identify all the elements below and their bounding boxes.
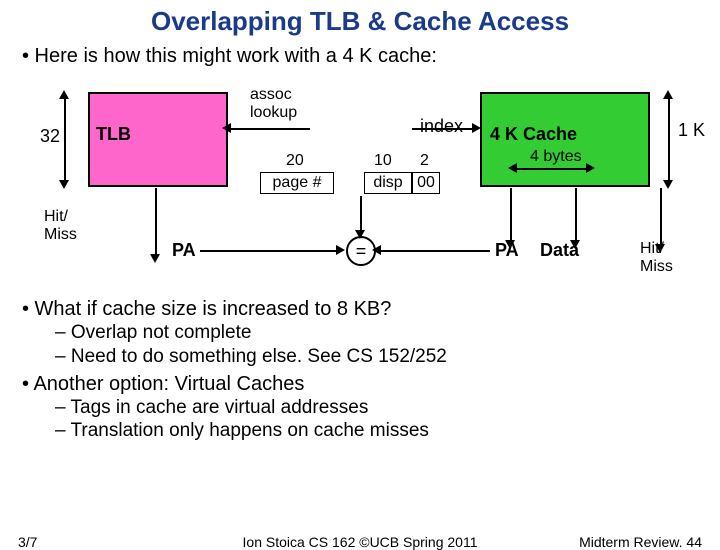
tlb-width-label: 32 — [40, 126, 60, 147]
q2-sub2: – Translation only happens on cache miss… — [0, 419, 720, 443]
tlb-label: TLB — [96, 124, 131, 145]
q1-sub1: – Overlap not complete — [0, 321, 720, 345]
index-label: index — [420, 116, 463, 137]
page-field: page # — [260, 172, 334, 194]
zero-field: 00 — [412, 172, 440, 194]
bytes-label: 4 bytes — [530, 148, 582, 166]
disp-bits: 10 — [374, 152, 392, 170]
data-label: Data — [540, 240, 579, 261]
diagram-area: 32 TLB assoc lookup index 4 K Cache 1 K … — [0, 68, 720, 298]
page-title: Overlapping TLB & Cache Access — [0, 0, 720, 37]
disp-bits2: 2 — [420, 152, 429, 170]
page-bits: 20 — [286, 152, 304, 170]
intro-line: • Here is how this might work with a 4 K… — [0, 37, 720, 68]
q1-sub2: – Need to do something else. See CS 152/… — [0, 345, 720, 369]
question-2: • Another option: Virtual Caches — [0, 369, 720, 396]
cache-width-label: 1 K — [678, 120, 705, 141]
q2-sub1: – Tags in cache are virtual addresses — [0, 396, 720, 420]
assoc-lookup-label: assoc lookup — [250, 86, 297, 122]
cache-label: 4 K Cache — [490, 124, 577, 145]
disp-field: disp — [364, 172, 412, 194]
hitmiss-left: Hit/ Miss — [44, 208, 77, 244]
footer-right: Midterm Review. 44 — [579, 534, 702, 550]
pa-label: PA — [172, 240, 196, 261]
hitmiss-right: Hit/ Miss — [640, 240, 673, 276]
pa2-label: PA — [495, 240, 519, 261]
question-1: • What if cache size is increased to 8 K… — [0, 298, 720, 321]
